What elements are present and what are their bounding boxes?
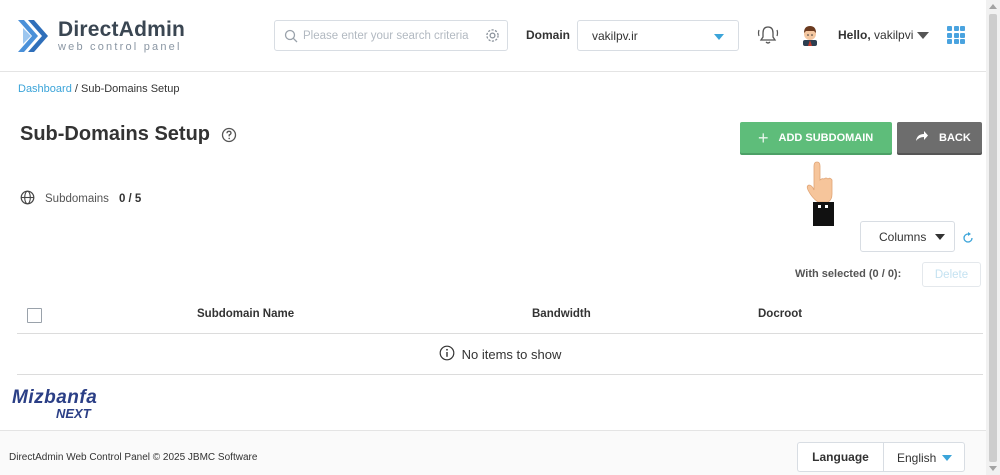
pointing-hand-icon — [800, 160, 840, 231]
caret-down-icon — [935, 233, 946, 240]
breadcrumb-current: Sub-Domains Setup — [81, 83, 180, 95]
select-all-checkbox[interactable] — [27, 308, 42, 323]
language-select-value: English — [897, 451, 937, 465]
logo-title: DirectAdmin — [58, 18, 186, 41]
language-select[interactable]: English — [883, 442, 965, 472]
scroll-down-arrow-icon[interactable] — [989, 466, 997, 471]
refresh-icon[interactable] — [962, 231, 974, 249]
info-icon — [439, 345, 455, 364]
chevron-down-icon — [942, 455, 952, 461]
notifications-bell-icon[interactable] — [756, 24, 780, 51]
columns-label: Columns — [879, 229, 927, 244]
directadmin-logo[interactable]: DirectAdmin web control panel — [16, 16, 185, 56]
scrollbar-thumb[interactable] — [989, 14, 997, 462]
domain-select[interactable]: vakilpv.ir — [577, 20, 739, 51]
page-footer: DirectAdmin Web Control Panel © 2025 JBM… — [0, 430, 986, 475]
table-header: Subdomain Name Bandwidth Docroot — [17, 296, 983, 334]
hello-prefix: Hello, — [838, 28, 871, 42]
column-header-subdomain-name[interactable]: Subdomain Name — [197, 308, 294, 320]
column-header-bandwidth[interactable]: Bandwidth — [532, 308, 591, 320]
directadmin-logo-icon — [16, 16, 52, 56]
user-menu-chevron-down-icon[interactable] — [917, 32, 929, 39]
add-subdomain-label: ADD SUBDOMAIN — [778, 131, 874, 144]
username: vakilpvi — [874, 28, 914, 42]
back-button[interactable]: BACK — [897, 122, 982, 153]
breadcrumb-separator: / — [71, 83, 81, 95]
page-scrollbar[interactable] — [986, 0, 1000, 475]
globe-icon — [20, 190, 35, 208]
mizbanfa-brand-logo: Mizbanfa NEXT — [12, 387, 98, 421]
chevron-down-icon — [714, 34, 724, 40]
breadcrumb-dashboard-link[interactable]: Dashboard — [18, 83, 72, 95]
top-header: DirectAdmin web control panel Domain vak… — [0, 0, 986, 72]
domain-label: Domain — [526, 28, 571, 42]
brand-line-1: Mizbanfa — [12, 387, 98, 408]
empty-table-row: No items to show — [17, 334, 983, 375]
search-box — [274, 20, 508, 51]
breadcrumb: Dashboard / Sub-Domains Setup — [18, 83, 179, 95]
user-greeting[interactable]: Hello, vakilpvi — [838, 28, 913, 42]
apps-grid-icon[interactable] — [947, 26, 965, 44]
search-input[interactable] — [303, 29, 475, 42]
brand-line-2: NEXT — [56, 406, 91, 421]
subdomains-count: 0 / 5 — [118, 193, 142, 205]
delete-button[interactable]: Delete — [922, 262, 981, 287]
search-settings-gear-icon[interactable] — [484, 27, 501, 49]
scroll-up-arrow-icon[interactable] — [989, 4, 997, 9]
search-icon — [279, 29, 303, 43]
column-header-docroot[interactable]: Docroot — [758, 308, 802, 320]
domain-select-value: vakilpv.ir — [592, 29, 638, 43]
columns-dropdown-button[interactable]: Columns — [860, 221, 955, 252]
plus-icon: + — [758, 127, 769, 148]
page-title: Sub-Domains Setup — [20, 123, 211, 145]
logo-subtitle: web control panel — [58, 41, 182, 53]
empty-message: No items to show — [461, 346, 562, 362]
subdomains-usage: Subdomains 0 / 5 — [20, 190, 141, 208]
with-selected-label: With selected (0 / 0): — [795, 268, 902, 280]
subdomains-label: Subdomains — [45, 193, 109, 205]
back-label: BACK — [939, 131, 971, 144]
add-subdomain-button[interactable]: + ADD SUBDOMAIN — [740, 122, 892, 153]
help-question-icon[interactable] — [221, 127, 237, 148]
back-arrow-icon — [915, 130, 929, 145]
language-label: Language — [797, 442, 883, 472]
user-avatar[interactable] — [800, 24, 820, 51]
copyright-text: DirectAdmin Web Control Panel © 2025 JBM… — [9, 452, 258, 463]
